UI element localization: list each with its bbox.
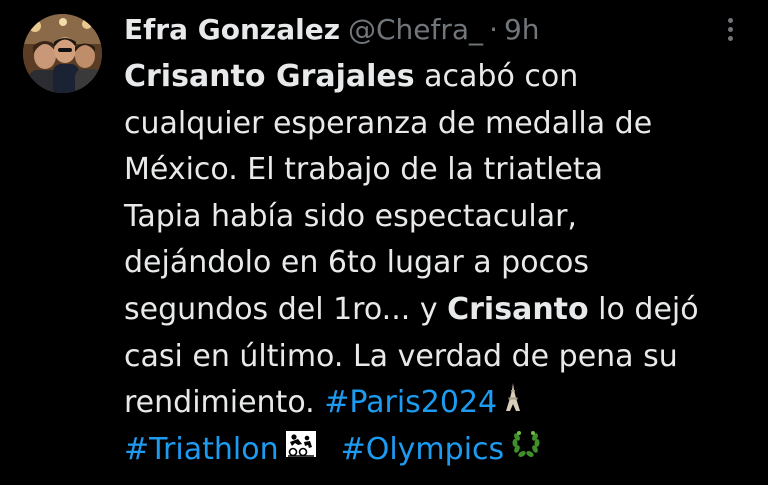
tweet-line: México. El trabajo de la triatleta (124, 152, 604, 188)
text-segment: lo dejó (588, 291, 699, 327)
eiffel-tower-icon (503, 380, 523, 427)
hashtag-paris2024[interactable]: #Paris2024 (324, 385, 497, 420)
text-segment: acabó con (414, 59, 579, 94)
mention-bold-name: Crisanto Grajales (124, 59, 415, 94)
hashtag-triathlon[interactable]: #Triathlon (124, 432, 279, 467)
tweet-line: Tapia había sido espectacular, (124, 198, 577, 234)
tweet-line: Crisanto Grajales acabó con (124, 54, 754, 101)
bold-name: Crisanto (447, 291, 589, 327)
tweet-line: dejándolo en 6to lugar a pocos (124, 245, 590, 281)
header-separator: · (489, 13, 498, 46)
tweet-line: casi en último. La verdad de pena su (124, 338, 678, 374)
tweet-text: Crisanto Grajales acabó con cualquier es… (124, 54, 754, 473)
author-handle[interactable]: @Chefra_ (348, 6, 483, 54)
tweet-line: rendimiento. #Paris2024 (124, 380, 754, 427)
tweet[interactable]: Efra Gonzalez @Chefra_ · 9h Crisanto Gra… (0, 0, 768, 485)
tweet-line: cualquier esperanza de medalla de (124, 105, 653, 141)
more-horizontal-icon[interactable] (718, 18, 742, 46)
triathlon-pictogram-icon (285, 427, 317, 474)
avatar-image (23, 14, 102, 93)
tweet-line: #Triathlon #Olympics (124, 427, 754, 474)
tweet-line: segundos del 1ro... y Crisanto lo dejó (124, 287, 754, 334)
text-segment: segundos del 1ro... y (124, 291, 448, 327)
avatar[interactable] (23, 14, 102, 93)
hashtag-olympics[interactable]: #Olympics (341, 432, 505, 467)
author-display-name[interactable]: Efra Gonzalez (124, 6, 340, 54)
tweet-timestamp[interactable]: 9h (504, 6, 540, 54)
text-segment: rendimiento. (124, 385, 325, 421)
olympic-laurel-icon (510, 427, 542, 474)
tweet-header: Efra Gonzalez @Chefra_ · 9h (124, 6, 540, 54)
